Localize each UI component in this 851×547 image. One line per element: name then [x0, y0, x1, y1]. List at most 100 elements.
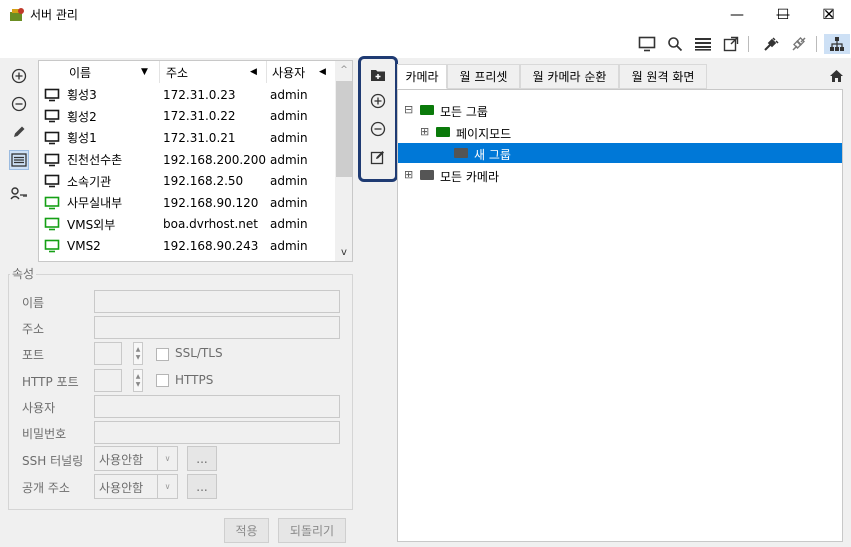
public-address-settings-button[interactable]: ...	[187, 474, 217, 499]
tab-wall-camera-cycle[interactable]: 월 카메라 순환	[520, 64, 619, 89]
table-row[interactable]: 횡성2 172.31.0.22 admin	[39, 106, 336, 128]
table-row[interactable]: 사무실내부 192.168.90.120 admin	[39, 192, 336, 214]
edit-icon[interactable]	[368, 147, 388, 167]
tree-node[interactable]: ⊞ 모든 카메라	[398, 165, 842, 185]
table-row[interactable]: 횡성3 172.31.0.23 admin	[39, 84, 336, 106]
port-field[interactable]	[94, 342, 122, 365]
user-key-icon[interactable]	[9, 184, 29, 204]
list-icon[interactable]	[692, 34, 714, 54]
table-row[interactable]: 횡성1 172.31.0.21 admin	[39, 127, 336, 149]
server-monitor-icon	[44, 109, 60, 123]
tab-camera[interactable]: 카메라	[397, 64, 447, 89]
http-port-field[interactable]	[94, 369, 122, 392]
user-field[interactable]	[94, 395, 340, 418]
server-address: 192.168.90.120	[163, 195, 259, 210]
column-header-name[interactable]: 이름 ▼	[39, 61, 160, 83]
table-row[interactable]: VMS외부 boa.dvrhost.net admin	[39, 214, 336, 236]
tree-node[interactable]: ⊟ 모든 그룹	[398, 100, 842, 120]
user-label: 사용자	[22, 401, 56, 415]
ssh-tunnel-value: 사용안함	[99, 453, 144, 467]
port-spinner[interactable]: ▲ ▼	[133, 342, 143, 365]
folder-icon	[436, 126, 450, 137]
public-address-select[interactable]: 사용안함 ∨	[94, 474, 178, 499]
https-checkbox[interactable]	[156, 374, 169, 387]
scroll-thumb[interactable]	[336, 81, 352, 177]
column-name-label: 이름	[69, 65, 92, 80]
sort-desc-icon: ▼	[141, 67, 148, 77]
http-port-spinner[interactable]: ▲ ▼	[133, 369, 143, 392]
server-name: VMS외부	[67, 217, 116, 232]
ssl-checkbox[interactable]	[156, 348, 169, 361]
scroll-up-arrow[interactable]: ^	[335, 61, 352, 79]
tree-node-label: 모든 그룹	[440, 105, 488, 119]
tree-node[interactable]: ⊞ 페이지모드	[398, 122, 842, 142]
server-address: 192.168.90.243	[163, 238, 259, 253]
maximize-button-glyph[interactable]: ☐	[760, 0, 806, 30]
camera-tree[interactable]: ⊟ 모든 그룹 ⊞ 페이지모드새 그룹 ⊞ 모든 카메라	[397, 89, 843, 542]
table-row[interactable]: 소속기관 192.168.2.50 admin	[39, 170, 336, 192]
column-header-user[interactable]: 사용자 ◀	[267, 61, 335, 83]
server-user: admin	[270, 217, 308, 232]
server-name: 횡성2	[67, 109, 97, 124]
minimize-button-cell[interactable]: —	[714, 0, 760, 30]
port-label: 포트	[22, 348, 45, 362]
monitor-icon[interactable]	[636, 34, 658, 54]
table-row[interactable]: VMS2 192.168.90.243 admin	[39, 235, 336, 257]
scroll-down-arrow[interactable]: v	[335, 243, 352, 261]
properties-legend: 속성	[10, 265, 37, 282]
server-name: 횡성3	[67, 88, 97, 103]
tab-wall-remote-screen[interactable]: 월 원격 화면	[619, 64, 707, 89]
apply-button[interactable]: 적용	[224, 518, 269, 543]
tree-node-label: 새 그룹	[474, 148, 511, 162]
folder-icon	[420, 105, 434, 115]
collapse-icon[interactable]: ⊟	[404, 104, 413, 115]
tree-node[interactable]: 새 그룹	[398, 143, 842, 163]
column-header-address[interactable]: 주소 ◀	[160, 61, 267, 83]
tree-node-label: 모든 카메라	[440, 169, 500, 184]
expand-icon[interactable]: ⊞	[404, 169, 413, 180]
add-server-icon[interactable]	[9, 66, 29, 86]
folder-icon	[420, 169, 434, 180]
name-label: 이름	[22, 296, 45, 310]
tab-wall-preset[interactable]: 월 프리셋	[447, 64, 520, 89]
table-row[interactable]: 진천선수촌 192.168.200.200 admin	[39, 149, 336, 171]
table-row-partial[interactable]	[39, 257, 336, 261]
revert-button[interactable]: 되돌리기	[278, 518, 346, 543]
home-icon[interactable]	[826, 66, 846, 86]
expand-icon[interactable]: ⊞	[420, 126, 429, 137]
edit-pencil-icon[interactable]	[9, 122, 29, 142]
plug-icon[interactable]	[760, 34, 782, 54]
properties-list-icon[interactable]	[9, 150, 29, 170]
add-circle-icon[interactable]	[368, 91, 388, 111]
remove-circle-icon[interactable]	[368, 119, 388, 139]
sort-left-icon: ◀	[319, 67, 326, 77]
server-name: VMS2	[67, 238, 101, 253]
network-icon[interactable]	[824, 34, 850, 54]
https-label: HTTPS	[175, 373, 214, 387]
sort-left-icon: ◀	[250, 67, 257, 77]
ssh-tunnel-select[interactable]: 사용안함 ∨	[94, 446, 178, 471]
close-button-glyph[interactable]: ✕	[806, 0, 851, 30]
name-field[interactable]	[94, 290, 340, 313]
server-list[interactable]: 이름 ▼ 주소 ◀ 사용자 ◀ 횡성3 172.31.0.23 admin 횡성2 17…	[38, 60, 353, 262]
external-window-icon[interactable]	[720, 34, 742, 54]
search-icon[interactable]	[664, 34, 686, 54]
server-name: 횡성1	[67, 131, 97, 146]
server-monitor-icon	[44, 217, 60, 231]
vertical-scrollbar[interactable]: ^ v	[335, 61, 352, 261]
add-folder-icon[interactable]	[368, 65, 388, 85]
public-address-value: 사용안함	[99, 481, 144, 495]
server-user: admin	[270, 174, 308, 189]
password-label: 비밀번호	[22, 427, 67, 441]
server-name: 소속기관	[67, 174, 112, 189]
chevron-down-icon: ∨	[157, 475, 177, 498]
chevron-down-icon: ∨	[157, 447, 177, 470]
address-field[interactable]	[94, 316, 340, 339]
public-address-label: 공개 주소	[22, 481, 70, 495]
disconnect-icon[interactable]	[788, 34, 810, 54]
server-monitor-icon	[44, 239, 60, 253]
server-address: 172.31.0.21	[163, 130, 236, 145]
ssh-settings-button[interactable]: ...	[187, 446, 217, 471]
password-field[interactable]	[94, 421, 340, 444]
remove-server-icon[interactable]	[9, 94, 29, 114]
